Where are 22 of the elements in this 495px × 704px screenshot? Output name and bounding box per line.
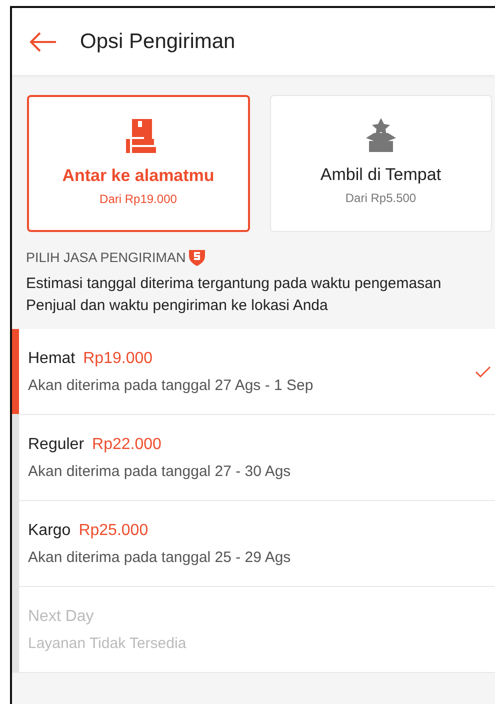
shipping-service-row[interactable]: Reguler Rp22.000 Akan diterima pada tanggal 27 - 30 Ags [12,415,495,501]
delivery-estimate: Akan diterima pada tanggal 25 - 29 Ags [28,548,292,566]
service-price: Rp19.000 [83,350,153,368]
shipping-estimate-note: Estimasi tanggal diterima tergantung pada waktu pengemasan Penjual dan waktu pengiriman ke lokasi Anda [26,274,442,316]
section-heading: PILIH JASA PENGIRIMAN [26,250,186,264]
service-name: Reguler [28,436,84,454]
service-name: Next Day [28,608,94,626]
service-price: Rp22.000 [92,436,162,454]
delivery-option-card[interactable]: Antar ke alamatmu Dari Rp19.000 [27,95,250,232]
service-name: Kargo [28,522,71,540]
service-price: Rp25.000 [78,522,148,540]
shield-icon [186,247,207,267]
delivery-estimate: Akan diterima pada tanggal 27 - 30 Ags [28,462,292,480]
page-title: Opsi Pengiriman [80,30,236,54]
shipping-service-row[interactable]: Hemat Rp19.000 Akan diterima pada tanggal 27 Ags - 1 Sep [12,329,495,415]
service-name: Hemat [28,350,76,368]
back-icon[interactable] [28,30,58,52]
delivery-estimate: Akan diterima pada tanggal 27 Ags - 1 Sep [28,376,314,394]
delivery-option-card[interactable]: Ambil di Tempat Dari Rp5.500 [270,95,492,232]
check-icon [475,366,491,378]
delivery-estimate: Layanan Tidak Tersedia [28,634,188,652]
shipping-service-row[interactable]: Kargo Rp25.000 Akan diterima pada tanggal 25 - 29 Ags [12,501,495,587]
